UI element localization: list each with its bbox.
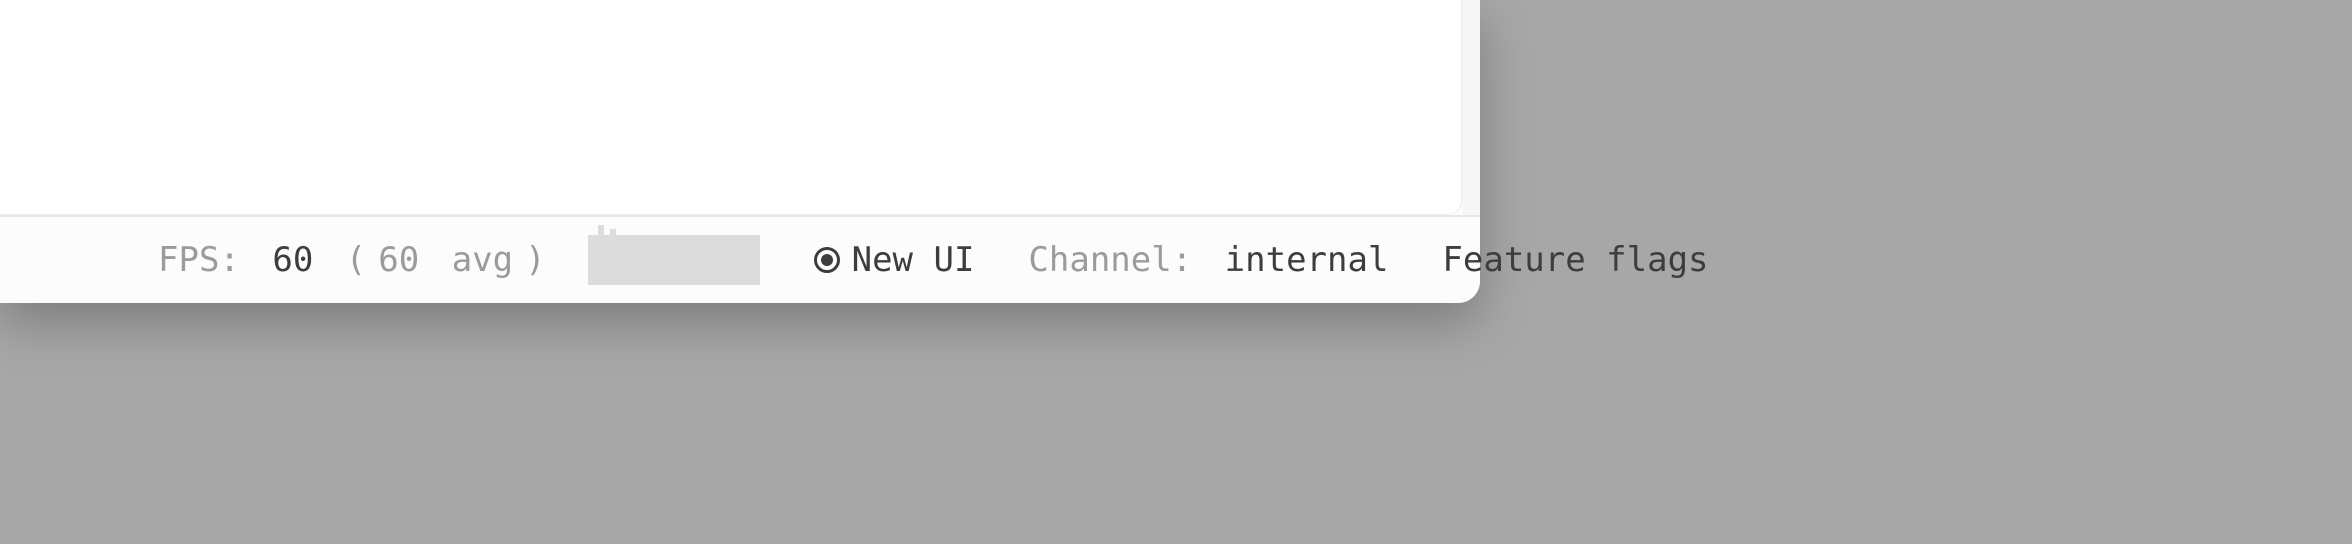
- fps-avg-value: 60: [378, 240, 419, 280]
- radio-selected-icon: [814, 247, 840, 273]
- editor-area: [0, 0, 1480, 215]
- status-bar: FPS: 60 ( 60 avg ) New UI Channel: inter…: [0, 215, 1480, 303]
- fps-label: FPS:: [158, 240, 260, 280]
- fps-avg-label: avg: [431, 240, 513, 280]
- new-ui-label: New UI: [852, 240, 975, 280]
- new-ui-toggle[interactable]: New UI: [814, 240, 975, 280]
- fps-avg-open: (: [325, 240, 366, 280]
- channel-selector[interactable]: Channel: internal: [1028, 240, 1388, 280]
- vertical-scrollbar[interactable]: [1462, 0, 1480, 215]
- fps-histogram-icon: [588, 235, 760, 285]
- fps-value: 60: [272, 240, 313, 280]
- feature-flags-label: Feature flags: [1442, 240, 1708, 280]
- editor-canvas[interactable]: [0, 0, 1462, 215]
- feature-flags-button[interactable]: Feature flags: [1442, 240, 1708, 280]
- channel-label: Channel:: [1028, 240, 1212, 280]
- fps-avg-close: ): [525, 240, 545, 280]
- channel-value: internal: [1225, 240, 1389, 280]
- fps-indicator[interactable]: FPS: 60 ( 60 avg ): [158, 235, 760, 285]
- app-window: FPS: 60 ( 60 avg ) New UI Channel: inter…: [0, 0, 1480, 303]
